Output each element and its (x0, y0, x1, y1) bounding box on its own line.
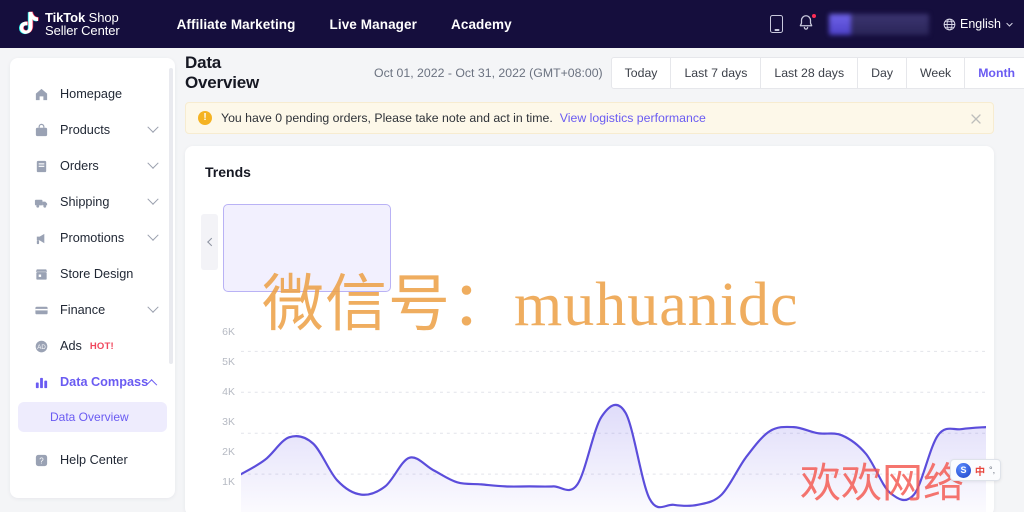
nav-live-manager[interactable]: Live Manager (330, 17, 417, 32)
top-right-controls: English (770, 0, 1014, 48)
warning-icon: ! (198, 111, 212, 125)
sidebar-item-promotions[interactable]: Promotions (16, 220, 169, 256)
chevron-left-icon (206, 237, 216, 247)
pending-orders-banner: ! You have 0 pending orders, Please take… (185, 102, 994, 134)
mobile-device-icon[interactable] (770, 15, 783, 33)
home-icon (34, 87, 49, 102)
sidebar-label-orders: Orders (60, 159, 99, 173)
sidebar-label-shipping: Shipping (60, 195, 110, 209)
user-account-avatar[interactable] (829, 13, 929, 35)
filter-day[interactable]: Day (858, 57, 907, 89)
card-icon (34, 303, 49, 318)
sogou-ime-icon: S (956, 462, 971, 478)
sidebar-item-orders[interactable]: Orders (16, 148, 169, 184)
bell-icon[interactable] (797, 13, 817, 34)
svg-text:AD: AD (37, 343, 46, 350)
view-logistics-performance-link[interactable]: View logistics performance (560, 111, 706, 125)
help-icon: ? (34, 453, 49, 468)
page-header: Data Overview Oct 01, 2022 - Oct 31, 202… (185, 48, 1024, 98)
chevron-down-icon (147, 121, 159, 133)
chevron-down-icon (147, 193, 159, 205)
storefront-icon (34, 267, 49, 282)
sidebar-label-products: Products (60, 123, 111, 137)
svg-text:?: ? (39, 456, 44, 465)
sidebar-label-promotions: Promotions (60, 231, 125, 245)
y-tick-6k: 6K (222, 326, 235, 338)
top-nav-links: Affiliate Marketing Live Manager Academy (177, 17, 512, 32)
sidebar-item-store-design[interactable]: Store Design (16, 256, 169, 292)
globe-icon (943, 18, 956, 30)
brand-text: TikTok Shop Seller Center (45, 11, 120, 37)
filter-last-28-days[interactable]: Last 28 days (761, 57, 859, 89)
chart-y-axis: 6K 5K 4K 3K 2K 1K (203, 326, 237, 512)
sidebar-item-help-center[interactable]: ? Help Center (16, 442, 169, 478)
sidebar-label-store-design: Store Design (60, 267, 134, 281)
y-tick-2k: 2K (222, 446, 235, 458)
chevron-down-icon (147, 229, 159, 241)
sidebar-item-shipping[interactable]: Shipping (16, 184, 169, 220)
sidebar-scrollbar[interactable] (169, 68, 173, 364)
filter-month[interactable]: Month (965, 57, 1024, 89)
metric-card-selected[interactable] (223, 204, 391, 292)
chevron-down-icon (147, 301, 159, 313)
sidebar-item-finance[interactable]: Finance (16, 292, 169, 328)
truck-icon (34, 195, 49, 210)
chevron-down-icon (147, 157, 159, 169)
y-tick-4k: 4K (222, 386, 235, 398)
trends-chart: 6K 5K 4K 3K 2K 1K (203, 326, 988, 512)
filter-week[interactable]: Week (906, 57, 966, 89)
language-selector[interactable]: English (943, 17, 1014, 31)
sidebar: Homepage Products Orders Shipping Promot… (10, 58, 175, 498)
main-content: Data Overview Oct 01, 2022 - Oct 31, 202… (185, 48, 1024, 512)
app-root: TikTok Shop Seller Center Affiliate Mark… (0, 0, 1024, 512)
trends-title: Trends (205, 164, 251, 180)
close-icon[interactable] (970, 112, 982, 124)
chart-plot-area (239, 326, 988, 512)
carousel-prev-button[interactable] (201, 214, 218, 270)
ads-hot-badge: HOT! (89, 340, 114, 352)
sidebar-item-data-compass[interactable]: Data Compass (16, 364, 169, 400)
page-title: Data Overview (185, 53, 260, 92)
sidebar-label-homepage: Homepage (60, 87, 123, 101)
nav-affiliate-marketing[interactable]: Affiliate Marketing (177, 17, 296, 32)
avatar (829, 13, 851, 35)
top-navigation-bar: TikTok Shop Seller Center Affiliate Mark… (0, 0, 1024, 48)
banner-text: You have 0 pending orders, Please take n… (221, 111, 553, 125)
sidebar-label-data-compass: Data Compass (60, 375, 149, 389)
sidebar-item-products[interactable]: Products (16, 112, 169, 148)
date-filter-group: Today Last 7 days Last 28 days Day Week … (610, 57, 1024, 89)
trends-card: Trends 6K 5K 4K 3K 2K 1K (185, 146, 994, 512)
notification-badge-dot (811, 13, 817, 19)
ads-icon: AD (34, 339, 49, 354)
filter-today[interactable]: Today (610, 57, 672, 89)
username-blurred (851, 13, 929, 35)
date-range-label: Oct 01, 2022 - Oct 31, 2022 (GMT+08:00) (374, 66, 603, 80)
sidebar-label-ads: Ads (60, 339, 82, 353)
brand-line-2: Seller Center (45, 23, 120, 38)
ime-mode-indicator[interactable]: 中 (975, 463, 985, 478)
chevron-down-icon (1006, 22, 1013, 27)
chart-area-fill (241, 404, 986, 512)
sidebar-label-finance: Finance (60, 303, 106, 317)
sidebar-subitem-data-overview[interactable]: Data Overview (18, 402, 167, 432)
y-tick-5k: 5K (222, 356, 235, 368)
bar-chart-icon (34, 375, 49, 390)
y-tick-3k: 3K (222, 416, 235, 428)
y-tick-1k: 1K (222, 476, 235, 488)
nav-academy[interactable]: Academy (451, 17, 512, 32)
bag-icon (34, 123, 49, 138)
filter-last-7-days[interactable]: Last 7 days (671, 57, 762, 89)
clipboard-icon (34, 159, 49, 174)
sidebar-item-homepage[interactable]: Homepage (16, 76, 169, 112)
sidebar-sublabel-data-overview: Data Overview (50, 410, 129, 424)
tiktok-note-icon (14, 10, 40, 38)
megaphone-icon (34, 231, 49, 246)
sogou-ime-toolbar[interactable]: S 中 °, (950, 459, 1002, 481)
sidebar-label-help-center: Help Center (60, 453, 128, 467)
language-label: English (960, 17, 1001, 31)
brand-logo[interactable]: TikTok Shop Seller Center (14, 10, 120, 38)
sidebar-item-ads[interactable]: AD Ads HOT! (16, 328, 169, 364)
ime-extra-icons[interactable]: °, (989, 465, 995, 475)
